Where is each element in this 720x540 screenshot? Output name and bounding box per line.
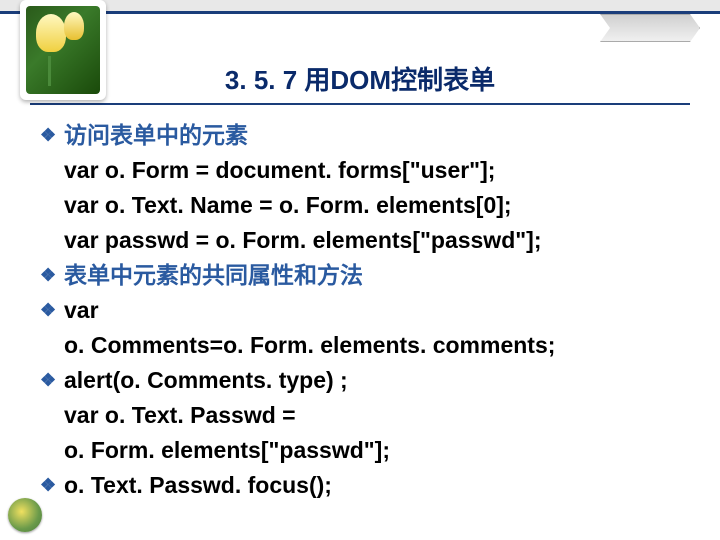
- bullet-text: 访问表单中的元素: [64, 122, 248, 148]
- code-line: var o. Text. Passwd =: [40, 398, 690, 433]
- bullet-text: 表单中元素的共同属性和方法: [64, 262, 363, 288]
- flower-icon: [36, 14, 66, 52]
- code-line: var passwd = o. Form. elements["passwd"]…: [40, 223, 690, 258]
- slide-title: 3. 5. 7 用DOM控制表单: [30, 60, 690, 105]
- code-line: o. Comments=o. Form. elements. comments;: [40, 328, 690, 363]
- bullet-item: 表单中元素的共同属性和方法: [40, 258, 690, 293]
- corner-decoration-icon: [8, 498, 42, 532]
- bullet-item: o. Text. Passwd. focus();: [40, 468, 690, 503]
- code-line: var o. Form = document. forms["user"];: [40, 153, 690, 188]
- flower-photo: [26, 6, 100, 94]
- bullet-text: alert(o. Comments. type) ;: [64, 367, 348, 393]
- bullet-item: 访问表单中的元素: [40, 118, 690, 153]
- flower-icon: [64, 12, 84, 40]
- bullet-item: var: [40, 293, 690, 328]
- top-bar: [0, 0, 720, 14]
- bullet-item: alert(o. Comments. type) ;: [40, 363, 690, 398]
- bullet-text: var: [64, 297, 99, 323]
- code-line: var o. Text. Name = o. Form. elements[0]…: [40, 188, 690, 223]
- code-line: o. Form. elements["passwd"];: [40, 433, 690, 468]
- photo-frame: [20, 0, 106, 100]
- brace-decoration: [600, 14, 700, 42]
- bullet-text: o. Text. Passwd. focus();: [64, 472, 332, 498]
- slide-content: 访问表单中的元素 var o. Form = document. forms["…: [40, 118, 690, 502]
- stem-icon: [48, 56, 51, 86]
